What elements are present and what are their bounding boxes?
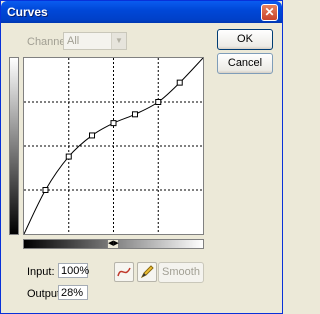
channel-value: All xyxy=(67,35,80,47)
input-label: Input: xyxy=(27,266,55,278)
ok-button[interactable]: OK xyxy=(217,29,273,50)
channel-select[interactable]: All ▼ xyxy=(63,32,127,50)
pencil-icon xyxy=(140,265,154,279)
curve-icon xyxy=(117,267,131,277)
curve-canvas[interactable] xyxy=(24,58,203,234)
slider-handle-icon[interactable]: ◀▶ xyxy=(107,239,119,249)
smooth-button[interactable]: Smooth xyxy=(158,262,204,283)
pencil-tool-button[interactable] xyxy=(137,262,157,282)
curve-tool-button[interactable] xyxy=(114,262,134,282)
curve-control-point[interactable] xyxy=(176,79,183,86)
curve-graph[interactable] xyxy=(23,57,204,235)
output-field[interactable]: 28% xyxy=(58,285,88,300)
curve-control-point[interactable] xyxy=(155,99,162,105)
cancel-button[interactable]: Cancel xyxy=(217,53,273,74)
close-button[interactable]: ✕ xyxy=(261,4,278,21)
chevron-down-icon: ▼ xyxy=(111,33,126,49)
output-gradient-bar xyxy=(9,57,19,235)
curve-control-point[interactable] xyxy=(42,187,49,193)
title-bar[interactable]: Curves ✕ xyxy=(1,1,282,23)
dialog-title: Curves xyxy=(7,5,48,19)
close-icon: ✕ xyxy=(264,5,275,19)
input-field[interactable]: 100% xyxy=(58,263,89,278)
curve-control-point[interactable] xyxy=(131,111,138,118)
curve-control-point[interactable] xyxy=(65,153,72,160)
curve-control-point[interactable] xyxy=(89,132,96,139)
curve-control-point[interactable] xyxy=(110,120,117,127)
curves-dialog: Curves ✕ Channel: All ▼ OK Cancel ◀▶ Inp… xyxy=(0,0,283,314)
